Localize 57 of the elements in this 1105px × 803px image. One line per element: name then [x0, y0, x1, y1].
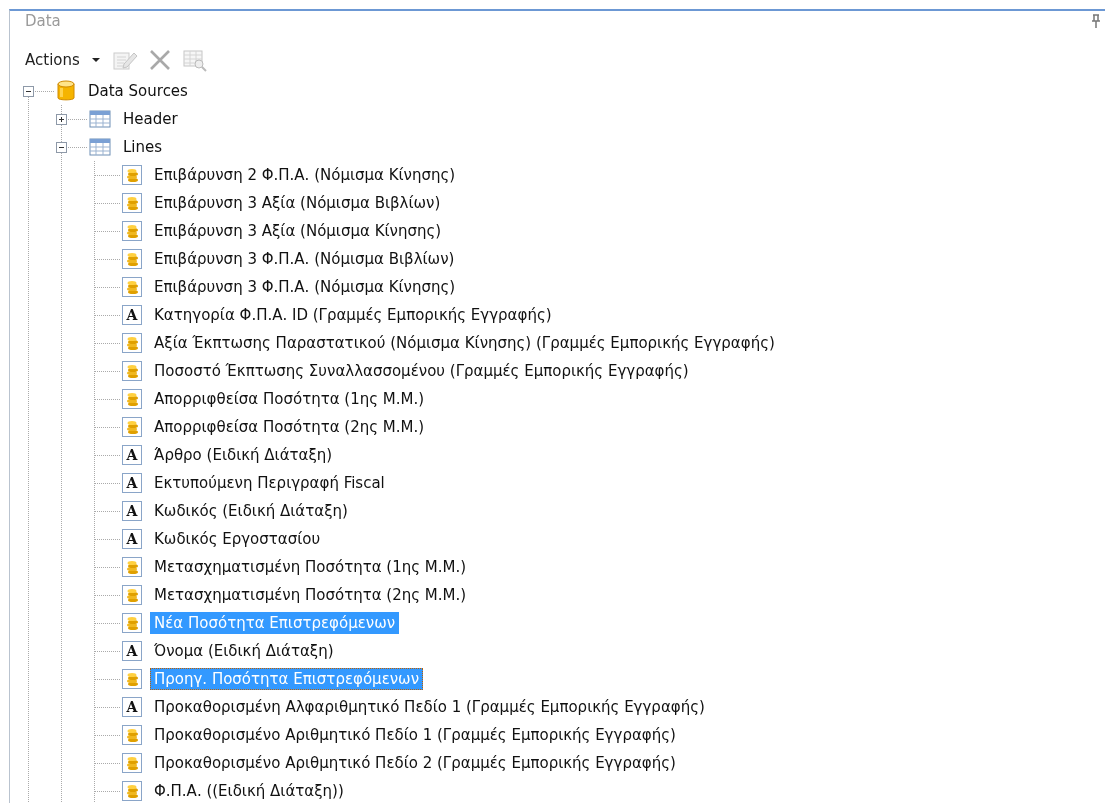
pin-icon[interactable]: [1091, 14, 1101, 28]
coins-icon: [122, 753, 142, 773]
tree-item[interactable]: Ποσοστό Έκπτωσης Συναλλασσομένου (Γραμμές Εμπορικής Εγγραφής): [150, 360, 693, 382]
coins-icon: [122, 557, 142, 577]
expander-toggle[interactable]: [56, 142, 67, 153]
coins-icon: [122, 249, 142, 269]
coins-icon: [122, 669, 142, 689]
text-field-icon: A: [122, 501, 142, 521]
tree-item[interactable]: Προκαθορισμένη Αλφαριθμητικό Πεδίο 1 (Γραμμές Εμπορικής Εγγραφής): [150, 696, 709, 718]
tree-item[interactable]: Κωδικός (Ειδική Διάταξη): [150, 500, 352, 522]
tree-item[interactable]: Επιβάρυνση 2 Φ.Π.Α. (Νόμισμα Κίνησης): [150, 164, 460, 186]
table-icon: [89, 138, 111, 156]
tree-item[interactable]: Εκτυπούμενη Περιγραφή Fiscal: [150, 472, 389, 494]
coins-icon: [122, 361, 142, 381]
database-icon: [56, 79, 76, 103]
table-icon: [89, 110, 111, 128]
tree-item[interactable]: Κατηγορία Φ.Π.Α. ID (Γραμμές Εμπορικής Εγγραφής): [150, 304, 556, 326]
actions-dropdown[interactable]: Actions: [25, 51, 100, 69]
coins-icon: [122, 725, 142, 745]
caret-icon: [91, 58, 100, 62]
tree-item[interactable]: Προκαθορισμένο Αριθμητικό Πεδίο 1 (Γραμμές Εμπορικής Εγγραφής): [150, 724, 680, 746]
tree-item[interactable]: Header: [119, 108, 182, 130]
tree-item[interactable]: Άρθρο (Ειδική Διάταξη): [150, 444, 337, 466]
expander-toggle[interactable]: [56, 114, 67, 125]
tree-item[interactable]: Αξία Έκπτωσης Παραστατικού (Νόμισμα Κίνησης) (Γραμμές Εμπορικής Εγγραφής): [150, 332, 779, 354]
tree-item[interactable]: Επιβάρυνση 3 Αξία (Νόμισμα Βιβλίων): [150, 192, 445, 214]
tree-item[interactable]: Επιβάρυνση 3 Αξία (Νόμισμα Κίνησης): [150, 220, 446, 242]
coins-icon: [122, 417, 142, 437]
tree-item[interactable]: Lines: [119, 136, 167, 158]
delete-icon[interactable]: [147, 48, 172, 72]
tree-item[interactable]: Φ.Π.Α. ((Ειδική Διάταξη)): [150, 780, 348, 802]
tree-item[interactable]: Επιβάρυνση 3 Φ.Π.Α. (Νόμισμα Βιβλίων): [150, 248, 459, 270]
coins-icon: [122, 277, 142, 297]
coins-icon: [122, 221, 142, 241]
tree-item[interactable]: Μετασχηματισμένη Ποσότητα (1ης Μ.Μ.): [150, 556, 471, 578]
tree-item[interactable]: Όνομα (Ειδική Διάταξη): [150, 640, 338, 662]
tree-item[interactable]: Κωδικός Εργοστασίου: [150, 528, 325, 550]
tree-item[interactable]: Επιβάρυνση 3 Φ.Π.Α. (Νόμισμα Κίνησης): [150, 276, 460, 298]
tree-item[interactable]: Προκαθορισμένο Αριθμητικό Πεδίο 2 (Γραμμές Εμπορικής Εγγραφής): [150, 752, 680, 774]
coins-icon: [122, 389, 142, 409]
coins-icon: [122, 193, 142, 213]
text-field-icon: A: [122, 473, 142, 493]
tree-item[interactable]: Μετασχηματισμένη Ποσότητα (2ης Μ.Μ.): [150, 584, 471, 606]
text-field-icon: A: [122, 529, 142, 549]
panel-title: Data: [25, 12, 61, 30]
expander-toggle[interactable]: [23, 86, 34, 97]
text-field-icon: A: [122, 697, 142, 717]
coins-icon: [122, 165, 142, 185]
text-field-icon: A: [122, 305, 142, 325]
coins-icon: [122, 585, 142, 605]
text-field-icon: A: [122, 445, 142, 465]
tree-item[interactable]: Απορριφθείσα Ποσότητα (2ης Μ.Μ.): [150, 416, 429, 438]
text-field-icon: A: [122, 641, 142, 661]
coins-icon: [122, 333, 142, 353]
coins-icon: [122, 613, 142, 633]
tree-item[interactable]: Απορριφθείσα Ποσότητα (1ης Μ.Μ.): [150, 388, 429, 410]
tree-item[interactable]: Data Sources: [84, 80, 192, 102]
